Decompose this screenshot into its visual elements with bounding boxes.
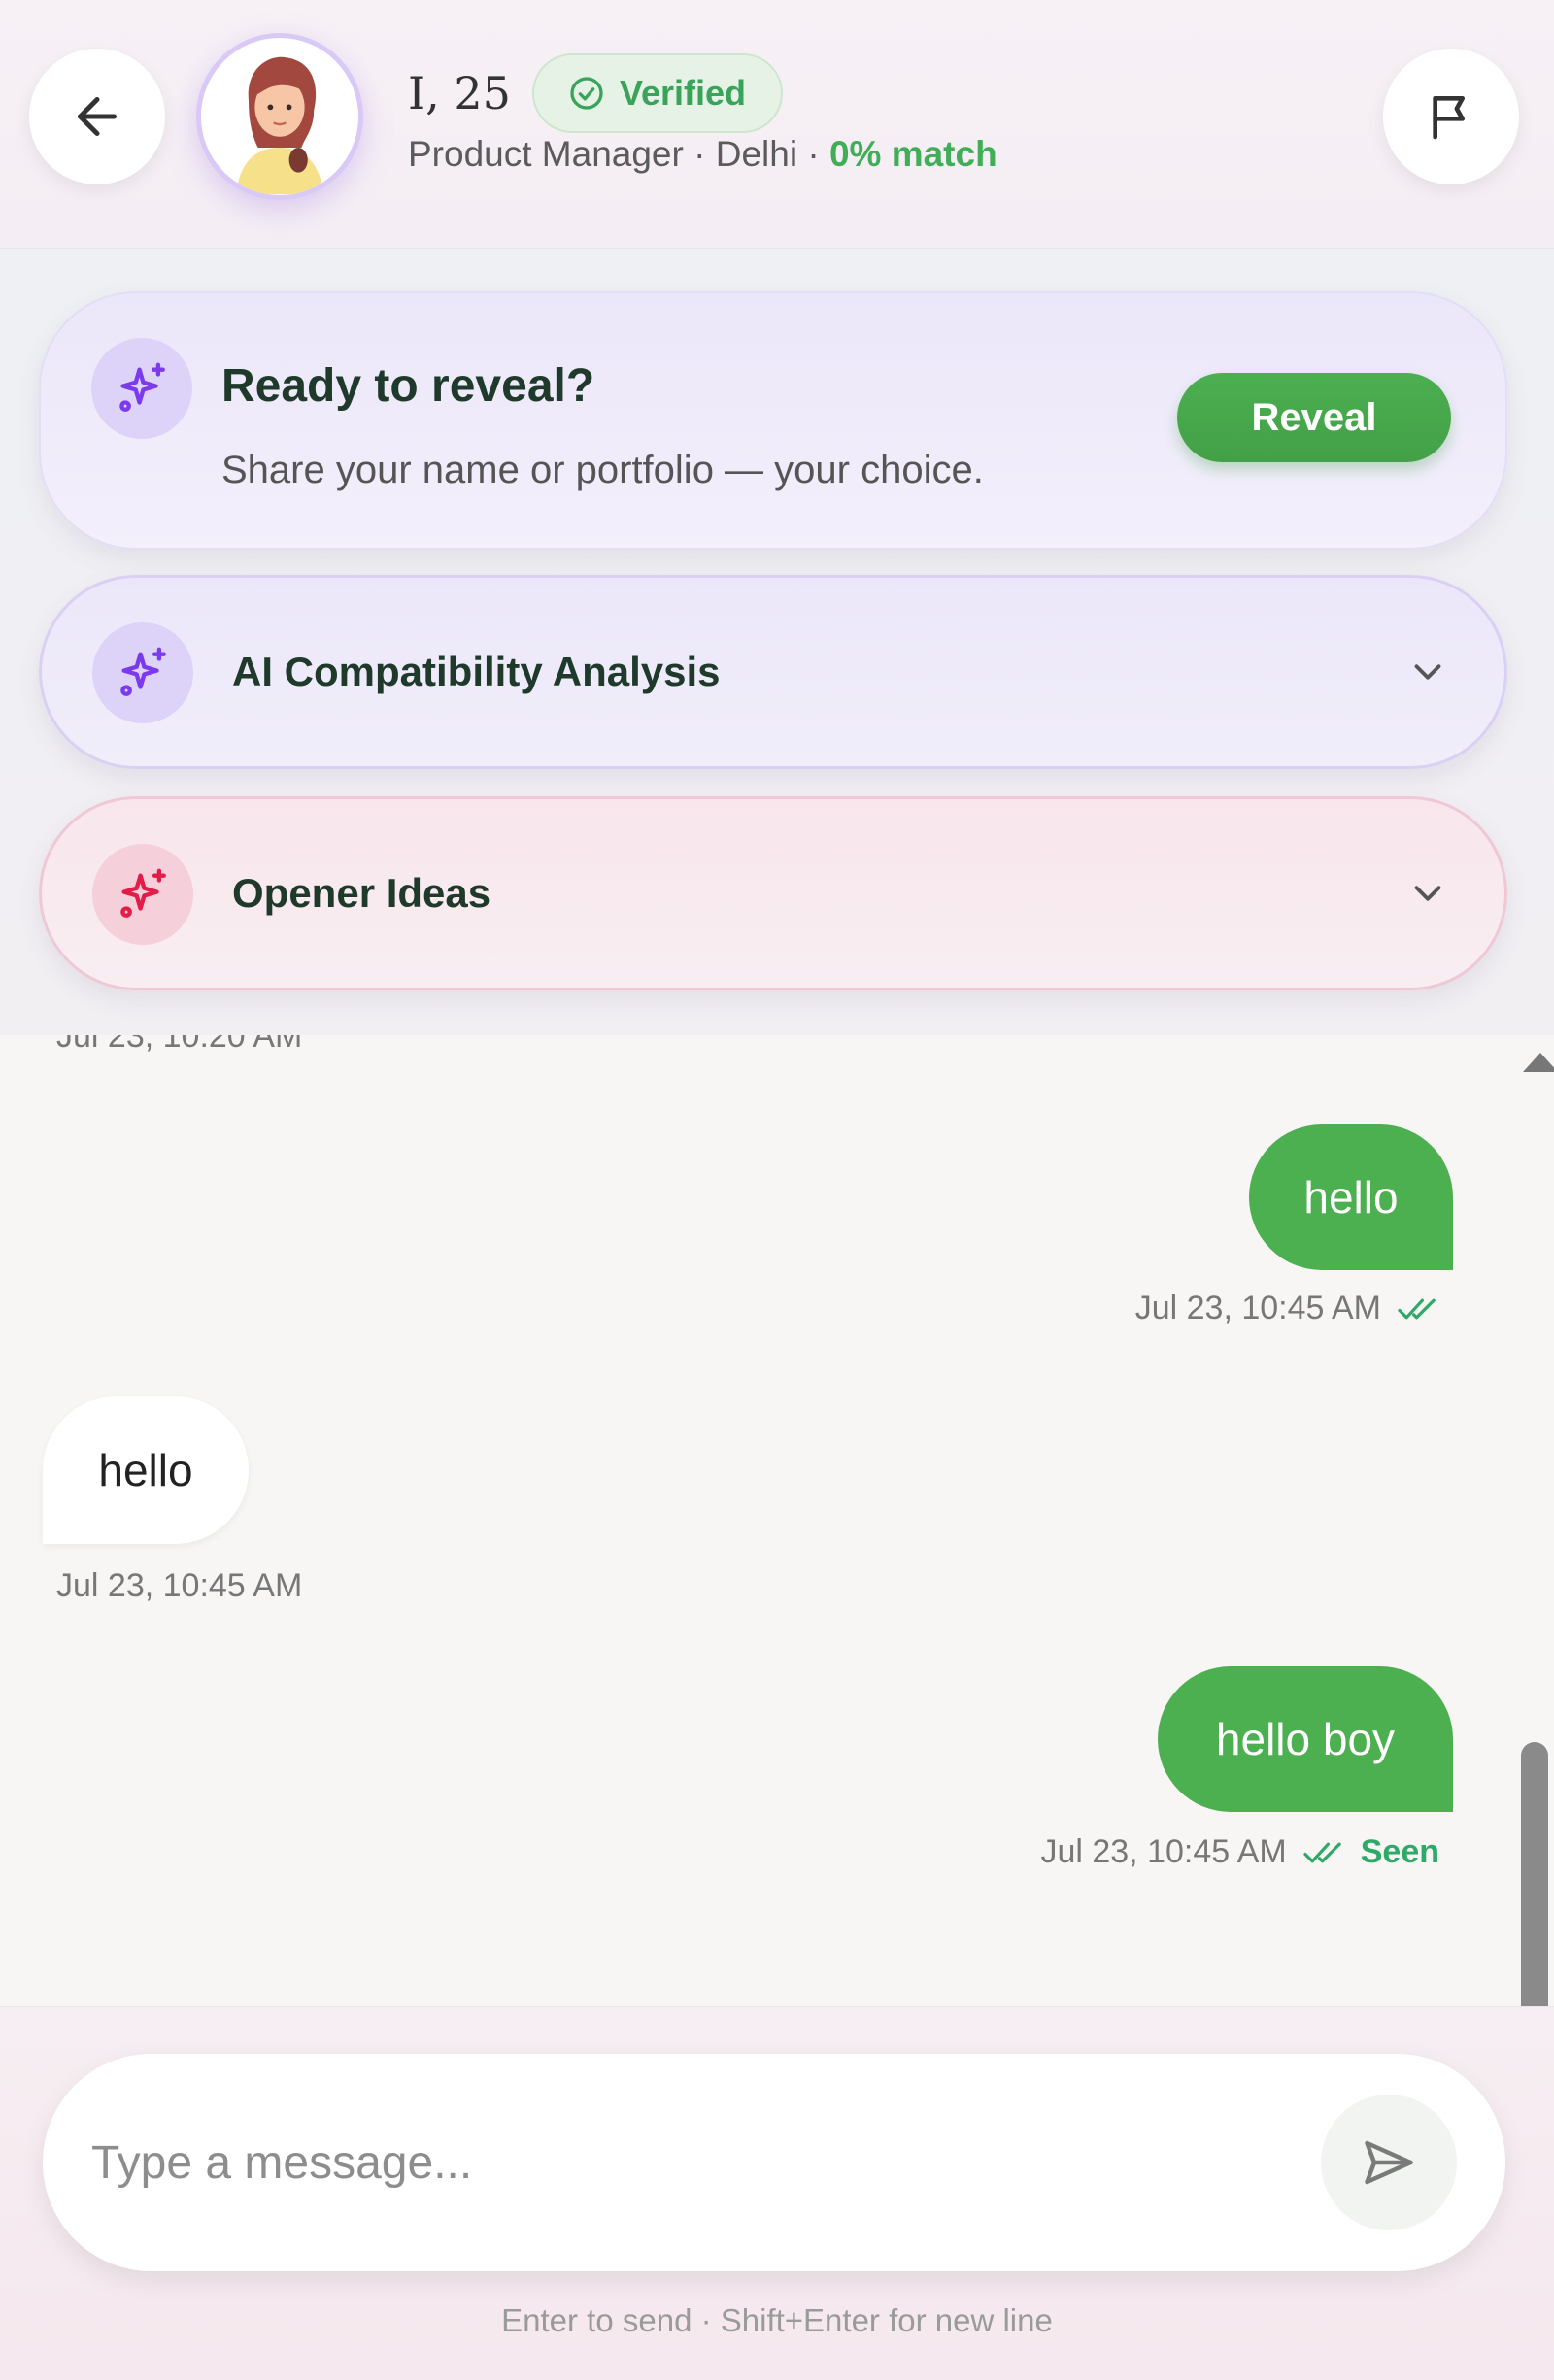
message-timestamp: Jul 23, 10:20 AM: [56, 1035, 303, 1055]
message-text: hello: [1303, 1172, 1399, 1223]
ai-compatibility-card[interactable]: AI Compatibility Analysis: [39, 575, 1507, 769]
message-meta: Jul 23, 10:45 AM: [56, 1567, 302, 1605]
composer-hint: Enter to send · Shift+Enter for new line: [501, 2302, 1053, 2338]
message-text: hello boy: [1215, 1714, 1396, 1764]
send-button[interactable]: [1321, 2095, 1457, 2230]
message-meta: Jul 23, 10:45 AM Seen: [1040, 1833, 1439, 1871]
profile-subtitle: Product Manager · Delhi · 0% match: [408, 134, 997, 175]
message-timestamp: Jul 23, 10:45 AM: [1040, 1833, 1287, 1870]
avatar-illustration: [202, 39, 357, 194]
reveal-subtitle: Share your name or portfolio — your choi…: [221, 449, 984, 491]
profile-name: I, 25: [408, 67, 511, 119]
match-percentage: 0% match: [828, 134, 997, 174]
card-icon-badge: [92, 844, 193, 945]
profile-role: Product Manager: [408, 134, 684, 174]
seen-label: Seen: [1360, 1833, 1439, 1870]
reveal-button[interactable]: Reveal: [1177, 373, 1451, 462]
subtitle-separator: ·: [693, 134, 706, 174]
verified-badge: Verified: [531, 53, 784, 133]
report-button[interactable]: [1383, 49, 1519, 184]
opener-ideas-card[interactable]: Opener Ideas: [39, 796, 1507, 990]
chat-header: I, 25 Verified Product Manager · Delhi ·…: [0, 0, 1554, 249]
message-timestamp: Jul 23, 10:45 AM: [1134, 1290, 1381, 1326]
message-list[interactable]: Jul 23, 10:20 AM hello Jul 23, 10:45 AM …: [0, 1035, 1515, 2006]
opener-ideas-title: Opener Ideas: [232, 870, 491, 916]
double-check-icon: [1398, 1298, 1436, 1319]
chevron-down-icon: [1414, 886, 1441, 901]
card-icon-badge: [91, 338, 192, 439]
outgoing-message-bubble[interactable]: hello: [1249, 1124, 1453, 1270]
incoming-message-bubble[interactable]: hello: [43, 1396, 249, 1544]
sparkles-icon: [120, 647, 166, 696]
message-text: hello: [98, 1445, 193, 1495]
outgoing-message-bubble[interactable]: hello boy: [1158, 1666, 1453, 1812]
sparkles-icon: [120, 868, 166, 918]
chevron-down-icon: [1414, 664, 1441, 680]
message-meta: Jul 23, 10:45 AM: [1135, 1290, 1439, 1327]
sparkles-icon: [119, 362, 165, 412]
back-button[interactable]: [29, 49, 165, 184]
flag-icon: [1433, 96, 1465, 140]
ai-compatibility-title: AI Compatibility Analysis: [232, 649, 721, 694]
reveal-card: Ready to reveal? Share your name or port…: [39, 291, 1507, 550]
send-icon: [1365, 2140, 1413, 2185]
message-input[interactable]: [91, 2104, 1305, 2221]
check-circle-icon: [570, 77, 603, 110]
reveal-title: Ready to reveal?: [221, 360, 595, 412]
verified-label: Verified: [619, 73, 747, 113]
scroll-up-arrow[interactable]: [1523, 1053, 1554, 1072]
message-timestamp: Jul 23, 10:45 AM: [56, 1567, 303, 1604]
profile-city: Delhi: [715, 134, 798, 174]
double-check-icon: [1303, 1842, 1341, 1862]
card-icon-badge: [92, 622, 193, 723]
avatar[interactable]: [196, 33, 363, 200]
subtitle-separator: ·: [807, 134, 820, 174]
chat-scrollbar[interactable]: [1515, 1035, 1554, 2006]
message-input-container: [43, 2054, 1505, 2271]
scroll-thumb[interactable]: [1521, 1742, 1548, 2006]
arrow-left-icon: [78, 97, 117, 136]
expand-toggle[interactable]: [1405, 578, 1450, 766]
message-composer: Enter to send · Shift+Enter for new line: [0, 2006, 1554, 2380]
expand-toggle[interactable]: [1405, 799, 1450, 988]
